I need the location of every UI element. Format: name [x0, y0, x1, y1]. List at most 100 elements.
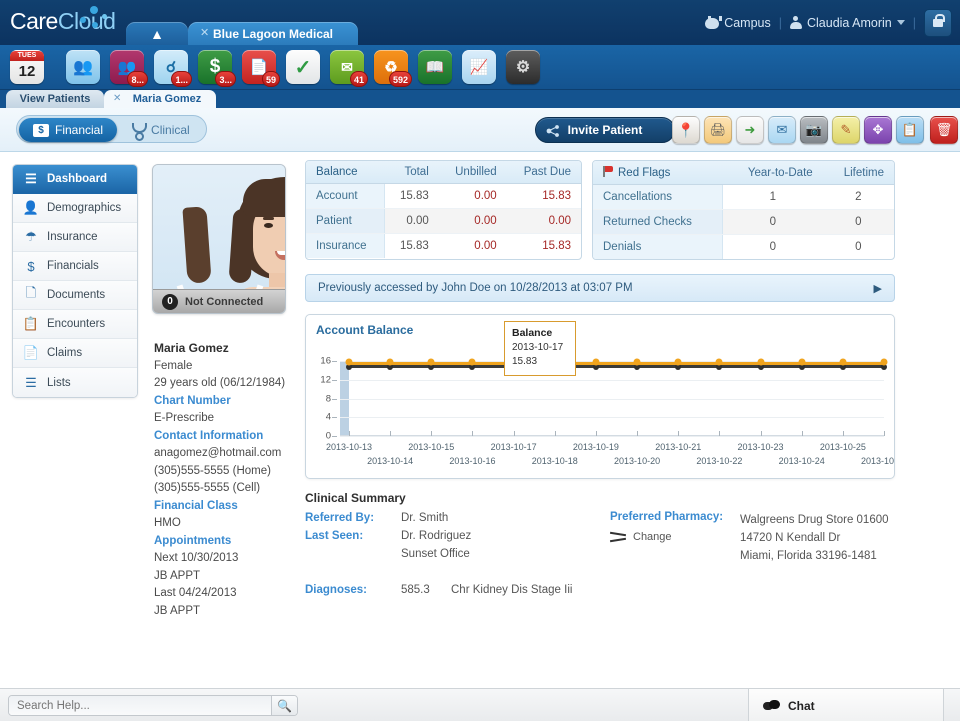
- sidebar-item-insurance[interactable]: ☂ Insurance: [13, 223, 137, 252]
- chat-button[interactable]: Chat: [748, 689, 944, 721]
- contact-information-link[interactable]: Contact Information: [154, 428, 294, 446]
- reports-icon[interactable]: 📈: [462, 50, 496, 84]
- pharmacy-citystate: Miami, Florida 33196-1481: [740, 550, 877, 562]
- chart-x-label: 2013-10-17: [490, 442, 537, 452]
- table-row: Returned Checks 0 0: [593, 209, 894, 235]
- chart-gridline: [340, 417, 884, 419]
- list-icon: ☰: [25, 374, 37, 390]
- campus-link[interactable]: Campus: [705, 16, 771, 30]
- chat-label: Chat: [788, 698, 815, 713]
- invite-patient-button[interactable]: Invite Patient: [535, 117, 675, 143]
- pharmacy-address: Walgreens Drug Store 01600 14720 N Kenda…: [740, 511, 889, 565]
- money-icon: $: [33, 123, 49, 137]
- sidebar-item-demographics[interactable]: 👤 Demographics: [13, 194, 137, 223]
- chart-point[interactable]: [674, 358, 682, 366]
- map-pin-icon[interactable]: 📍: [672, 116, 700, 144]
- sidebar-item-label: Insurance: [47, 231, 98, 243]
- tooltip-title: Balance: [512, 327, 553, 339]
- segment-clinical[interactable]: Clinical: [117, 118, 204, 142]
- dollar-icon: $: [27, 258, 35, 274]
- cell-unbilled: 0.00: [438, 208, 507, 234]
- merge-icon[interactable]: ✥: [864, 116, 892, 144]
- chart-point[interactable]: [427, 358, 435, 366]
- close-icon[interactable]: ✕: [200, 26, 209, 39]
- top-header-bar: CareCloud ▲ ✕ Blue Lagoon Medical Campus…: [0, 0, 960, 45]
- connection-count-badge: 0: [162, 293, 178, 310]
- close-icon[interactable]: ✕: [113, 93, 121, 104]
- chart-point[interactable]: [386, 358, 394, 366]
- chart-point[interactable]: [839, 358, 847, 366]
- patient-phone-cell: (305)555-5555 (Cell): [154, 482, 261, 494]
- chart-x-tick: [349, 431, 350, 436]
- patients-icon[interactable]: 👥: [66, 50, 100, 84]
- chart-point[interactable]: [880, 358, 888, 366]
- chart-point[interactable]: [715, 358, 723, 366]
- email-icon[interactable]: ✉: [768, 116, 796, 144]
- patient-action-bar: $ Financial Clinical Invite Patient 📍 🖨 …: [0, 108, 960, 152]
- tasks-icon[interactable]: ✓: [286, 50, 320, 84]
- previously-accessed-bar[interactable]: Previously accessed by John Doe on 10/28…: [305, 274, 895, 302]
- chart-point[interactable]: [592, 358, 600, 366]
- appointments-link[interactable]: Appointments: [154, 533, 294, 551]
- library-icon[interactable]: 📖: [418, 50, 452, 84]
- billing-icon[interactable]: $ 3...: [198, 50, 236, 87]
- clipboard-icon[interactable]: 📋: [896, 116, 924, 144]
- financial-class-link[interactable]: Financial Class: [154, 498, 294, 516]
- copy-icon: 🗋: [25, 285, 37, 300]
- cell-lifetime: 2: [822, 184, 894, 210]
- chart-point[interactable]: [757, 358, 765, 366]
- sidebar-item-encounters[interactable]: 📋 Encounters: [13, 310, 137, 339]
- table-row: Cancellations 1 2: [593, 184, 894, 210]
- table-row: Denials 0 0: [593, 234, 894, 259]
- documents-icon[interactable]: 📄 59: [242, 50, 280, 87]
- tab-view-patients[interactable]: View Patients: [6, 90, 104, 108]
- pharmacy-street: 14720 N Kendall Dr: [740, 532, 841, 544]
- row-label: Account: [306, 183, 385, 209]
- tab-maria-gomez[interactable]: ✕ Maria Gomez: [104, 90, 216, 108]
- collections-icon[interactable]: ♻ 592: [374, 50, 412, 87]
- chart-point[interactable]: [633, 358, 641, 366]
- sidebar-item-label: Claims: [47, 347, 83, 359]
- chart-y-tick-label: 4: [325, 411, 331, 423]
- patient-photo-card[interactable]: 0 Not Connected: [152, 164, 286, 314]
- calendar-day-label: TUES: [10, 51, 44, 61]
- next-appointment-type: JB APPT: [154, 569, 201, 582]
- account-balance-chart[interactable]: Account Balance 0 4 8 12 16 Balance 2013-10-…: [305, 314, 895, 479]
- sidebar-item-financials[interactable]: $ Financials: [13, 252, 137, 281]
- search-input[interactable]: [9, 696, 271, 715]
- red-flags-table: Red Flags Year-to-Date Lifetime Cancella…: [592, 160, 895, 260]
- camera-icon[interactable]: 📷: [800, 116, 828, 144]
- group-icon[interactable]: 👥 8...: [110, 50, 148, 87]
- sidebar-item-dashboard[interactable]: ☰ Dashboard: [13, 165, 137, 194]
- chart-point[interactable]: [798, 358, 806, 366]
- settings-icon[interactable]: ⚙: [506, 50, 540, 84]
- calendar-icon[interactable]: TUES 12: [10, 50, 44, 84]
- chart-point[interactable]: [345, 358, 353, 366]
- delete-icon[interactable]: 🗑: [930, 116, 958, 144]
- chevron-right-icon[interactable]: ▶: [874, 282, 882, 295]
- patient-gender: Female: [154, 359, 193, 372]
- chart-number-link[interactable]: Chart Number: [154, 393, 294, 411]
- chart-x-label: 2013-10-22: [696, 456, 743, 466]
- messages-icon[interactable]: ✉ 41: [330, 50, 368, 87]
- chart-y-tick: [332, 379, 337, 381]
- chart-point[interactable]: [468, 358, 476, 366]
- edit-icon[interactable]: ✎: [832, 116, 860, 144]
- user-menu[interactable]: Claudia Amorin: [789, 16, 905, 30]
- tab-home[interactable]: ▲: [126, 22, 188, 45]
- export-icon[interactable]: ➜: [736, 116, 764, 144]
- lock-button[interactable]: [924, 8, 952, 37]
- clinical-search-icon[interactable]: ☌ 1...: [154, 50, 192, 87]
- tab-blue-lagoon-medical[interactable]: ✕ Blue Lagoon Medical: [188, 22, 358, 45]
- table-row: Patient 0.00 0.00 0.00: [306, 208, 581, 234]
- sidebar-item-lists[interactable]: ☰ Lists: [13, 368, 137, 397]
- sidebar-item-claims[interactable]: 📄 Claims: [13, 339, 137, 368]
- cell-pastdue: 15.83: [506, 183, 581, 209]
- print-icon[interactable]: 🖨: [704, 116, 732, 144]
- sidebar-item-documents[interactable]: 🗋 Documents: [13, 281, 137, 310]
- balance-header-pastdue: Past Due: [506, 161, 581, 184]
- gear-icon: ⚙: [515, 59, 531, 76]
- redflags-header-lifetime: Lifetime: [822, 161, 894, 185]
- segment-financial[interactable]: $ Financial: [19, 118, 118, 142]
- search-button[interactable]: 🔍: [271, 696, 297, 715]
